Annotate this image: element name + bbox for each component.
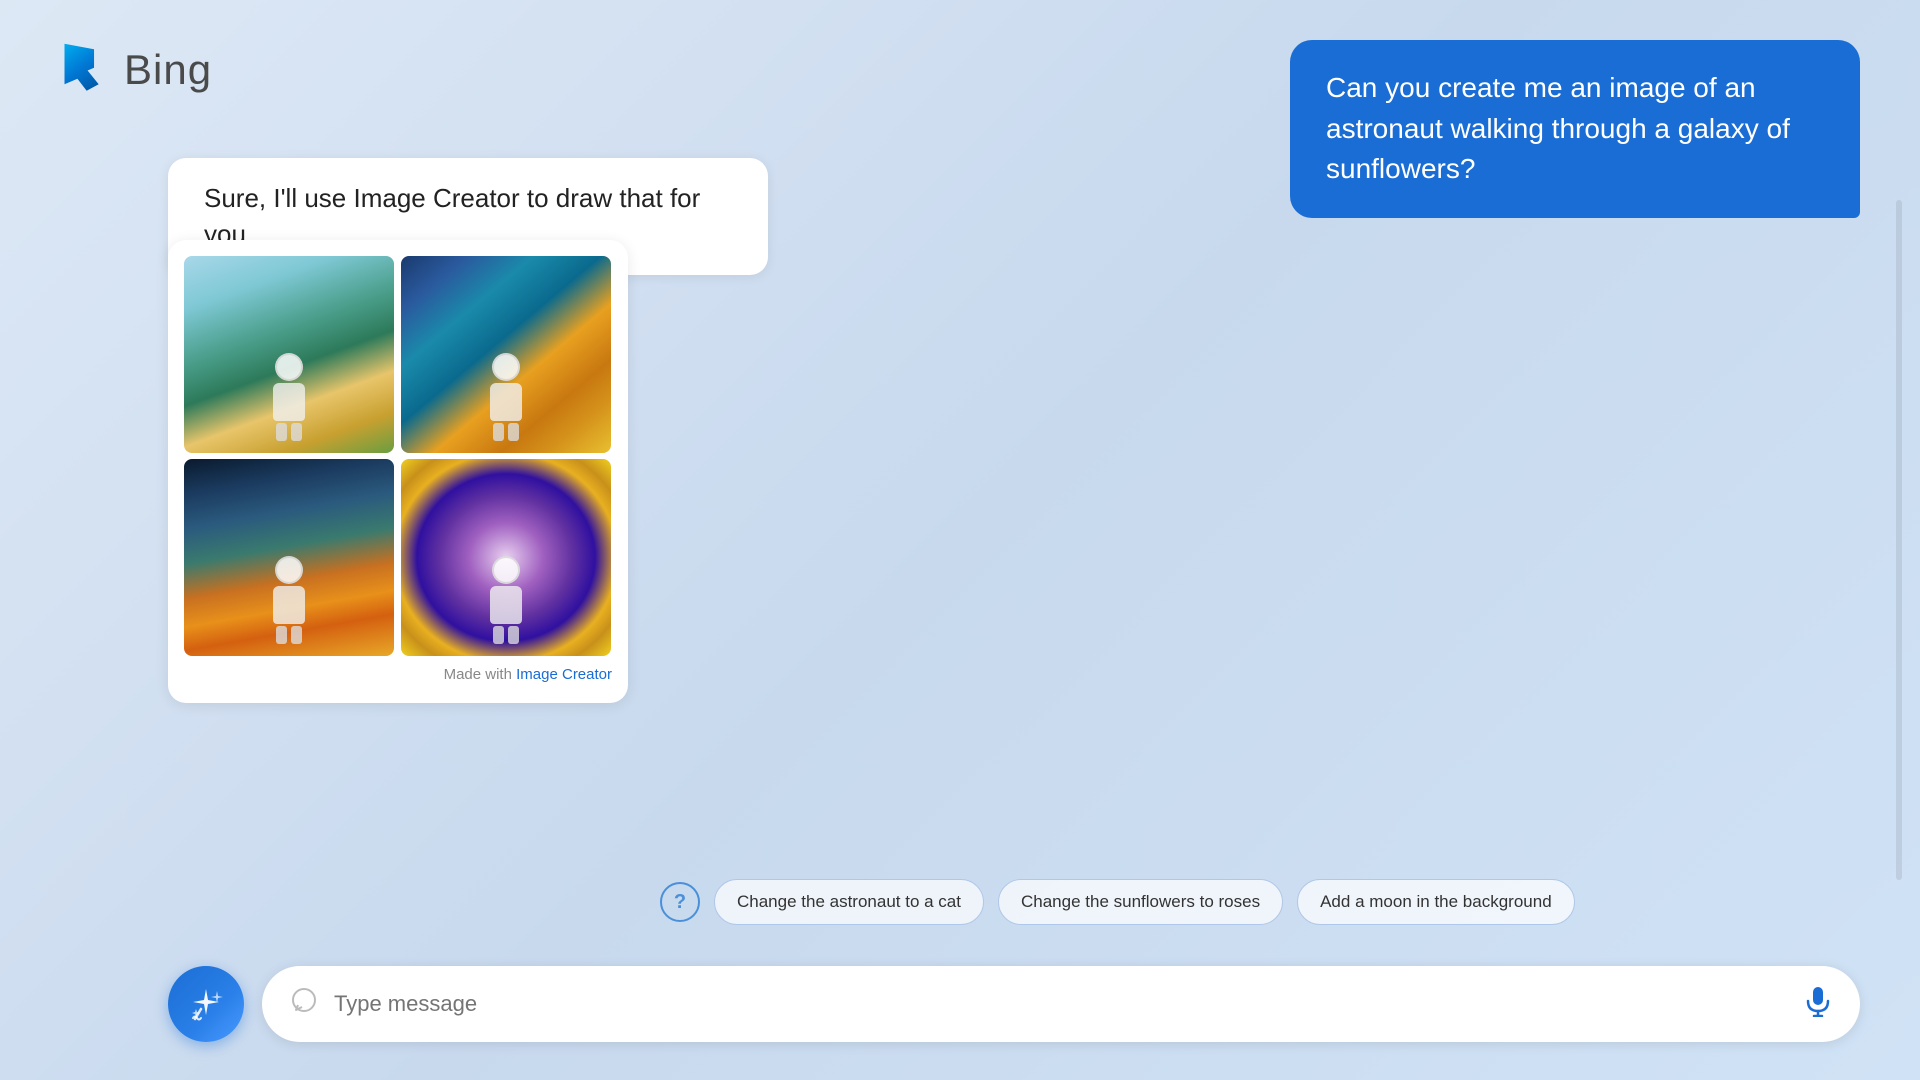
suggestions-area: ? Change the astronaut to a cat Change t… <box>660 879 1575 925</box>
logo-area: Bing <box>55 40 212 100</box>
astronaut-figure-4 <box>484 556 528 636</box>
user-message-bubble: Can you create me an image of an astrona… <box>1290 40 1860 218</box>
image-grid <box>184 256 612 656</box>
generated-image-2[interactable] <box>401 256 611 453</box>
image-grid-container: Made with Image Creator <box>168 240 628 703</box>
chat-icon <box>290 987 318 1022</box>
bing-logo-icon <box>55 40 110 100</box>
made-with-text: Made with Image Creator <box>184 666 612 683</box>
help-icon[interactable]: ? <box>660 882 700 922</box>
astronaut-figure-2 <box>484 353 528 433</box>
magic-button[interactable] <box>168 966 244 1042</box>
generated-image-3[interactable] <box>184 459 394 656</box>
generated-image-1[interactable] <box>184 256 394 453</box>
sparkle-icon <box>187 985 225 1023</box>
microphone-icon[interactable] <box>1804 985 1832 1024</box>
scrollbar[interactable] <box>1896 200 1902 880</box>
suggestion-chip-3[interactable]: Add a moon in the background <box>1297 879 1575 925</box>
generated-image-4[interactable] <box>401 459 611 656</box>
image-creator-link[interactable]: Image Creator <box>516 666 612 683</box>
bing-label: Bing <box>124 46 212 94</box>
message-input-box[interactable] <box>262 966 1860 1042</box>
message-input[interactable] <box>334 991 1788 1017</box>
suggestion-chip-1[interactable]: Change the astronaut to a cat <box>714 879 984 925</box>
suggestion-chip-2[interactable]: Change the sunflowers to roses <box>998 879 1283 925</box>
user-message-text: Can you create me an image of an astrona… <box>1326 72 1790 184</box>
input-bar-area <box>168 966 1860 1042</box>
astronaut-figure-1 <box>267 353 311 433</box>
astronaut-figure-3 <box>267 556 311 636</box>
